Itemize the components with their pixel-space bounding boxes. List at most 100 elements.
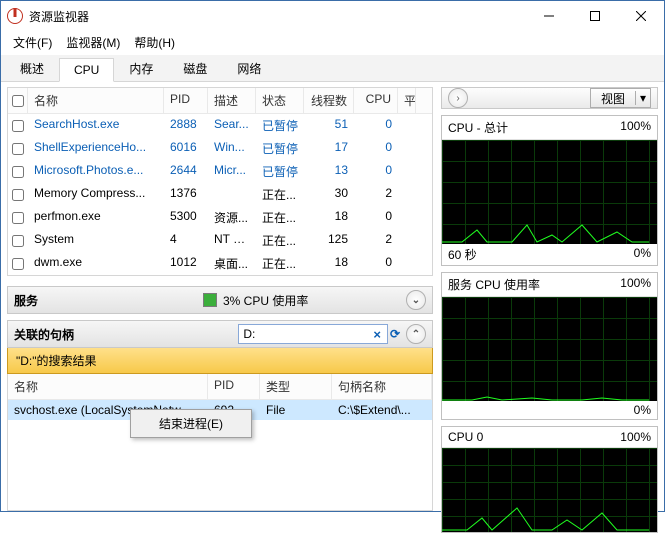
cell-name: Microsoft.Photos.e... [28,160,164,183]
cell-desc [208,183,256,206]
context-menu: 结束进程(E) [130,409,252,438]
process-table: 名称 PID 描述 状态 线程数 CPU 平 SearchHost.exe288… [7,87,433,276]
refresh-icon[interactable]: ⟳ [388,327,402,341]
collapse-right-button[interactable]: › [448,88,468,108]
process-row[interactable]: Memory Compress...1376正在...302 [8,183,432,206]
window-title: 资源监视器 [29,8,526,25]
checkbox-all[interactable] [12,95,24,107]
cell-pid: 4 [164,229,208,252]
col-cpu[interactable]: CPU [354,88,398,113]
g2-foot-r: 0% [634,403,651,417]
process-table-header: 名称 PID 描述 状态 线程数 CPU 平 [8,88,432,114]
titlebar: 资源监视器 [1,1,664,31]
cell-name: dwm.exe [28,252,164,275]
close-button[interactable] [618,1,664,31]
g3-canvas [442,448,657,532]
cell-name: ShellExperienceHo... [28,137,164,160]
menu-file[interactable]: 文件(F) [7,32,58,53]
cell-pid: 1376 [164,183,208,206]
cell-threads: 17 [304,137,354,160]
row-checkbox[interactable] [8,183,28,206]
hcol-name[interactable]: 名称 [8,374,208,399]
process-row[interactable]: Microsoft.Photos.e...2644Micr...已暂停130 [8,160,432,183]
tab-network[interactable]: 网络 [222,55,276,81]
cell-pid: 2644 [164,160,208,183]
handles-search-input[interactable] [238,324,388,344]
tab-disk[interactable]: 磁盘 [168,55,222,81]
view-button[interactable]: 视图 ▾ [590,88,651,108]
cell-pid: 2888 [164,114,208,137]
process-row[interactable]: SearchHost.exe2888Sear...已暂停510 [8,114,432,137]
row-checkbox[interactable] [8,206,28,229]
cell-cpu: 2 [354,229,398,252]
g3-title: CPU 0 [448,430,483,444]
cell-avg [398,206,416,229]
cell-avg [398,183,416,206]
col-pid[interactable]: PID [164,88,208,113]
menu-monitor[interactable]: 监视器(M) [60,32,126,53]
col-desc[interactable]: 描述 [208,88,256,113]
tab-overview[interactable]: 概述 [5,55,59,81]
services-panel-header[interactable]: 服务 3% CPU 使用率 ⌄ [7,286,433,314]
g1-right: 100% [620,119,651,136]
cell-cpu: 2 [354,183,398,206]
cell-avg [398,252,416,275]
cell-status: 正在... [256,252,304,275]
expand-services-button[interactable]: ⌄ [406,290,426,310]
cell-cpu: 0 [354,137,398,160]
cell-desc: Micr... [208,160,256,183]
tab-cpu[interactable]: CPU [59,58,114,82]
row-checkbox[interactable] [8,252,28,275]
cell-cpu: 0 [354,160,398,183]
cell-name: SearchHost.exe [28,114,164,137]
process-row[interactable]: System4NT K...正在...1252 [8,229,432,252]
row-checkbox[interactable] [8,160,28,183]
g2-canvas [442,297,657,401]
row-checkbox[interactable] [8,137,28,160]
app-icon [7,8,23,24]
context-end-process[interactable]: 结束进程(E) [131,410,251,437]
hrow-type: File [260,400,332,420]
tab-memory[interactable]: 内存 [114,55,168,81]
row-checkbox[interactable] [8,229,28,252]
cell-name: perfmon.exe [28,206,164,229]
services-indicator-icon [203,293,217,307]
hcol-pid[interactable]: PID [208,374,260,399]
col-name[interactable]: 名称 [28,88,164,113]
cell-avg [398,114,416,137]
row-checkbox[interactable] [8,114,28,137]
cell-threads: 18 [304,206,354,229]
cell-cpu: 0 [354,114,398,137]
col-threads[interactable]: 线程数 [304,88,354,113]
cell-status: 已暂停 [256,114,304,137]
col-checkbox[interactable] [8,88,28,113]
g1-foot-r: 0% [634,246,651,263]
view-dropdown-icon[interactable]: ▾ [635,91,650,105]
cell-avg [398,160,416,183]
cell-threads: 51 [304,114,354,137]
g2-title: 服务 CPU 使用率 [448,276,540,293]
services-title: 服务 [14,292,197,309]
minimize-button[interactable] [526,1,572,31]
cell-status: 正在... [256,229,304,252]
services-cpu-text: 3% CPU 使用率 [223,292,406,309]
cell-status: 已暂停 [256,137,304,160]
collapse-handles-button[interactable]: ⌃ [406,324,426,344]
menu-help[interactable]: 帮助(H) [128,32,181,53]
hcol-hname[interactable]: 句柄名称 [332,374,432,399]
handles-table-header: 名称 PID 类型 句柄名称 [8,374,432,400]
col-status[interactable]: 状态 [256,88,304,113]
cell-desc: 桌面... [208,252,256,275]
col-avg[interactable]: 平 [398,88,416,113]
process-row[interactable]: perfmon.exe5300资源...正在...180 [8,206,432,229]
clear-search-button[interactable]: × [370,327,384,342]
process-row[interactable]: dwm.exe1012桌面...正在...180 [8,252,432,275]
hcol-type[interactable]: 类型 [260,374,332,399]
cell-name: System [28,229,164,252]
tabs: 概述 CPU 内存 磁盘 网络 [1,55,664,82]
g2-right: 100% [620,276,651,293]
cell-status: 正在... [256,183,304,206]
process-row[interactable]: ShellExperienceHo...6016Win...已暂停170 [8,137,432,160]
maximize-button[interactable] [572,1,618,31]
cell-threads: 125 [304,229,354,252]
